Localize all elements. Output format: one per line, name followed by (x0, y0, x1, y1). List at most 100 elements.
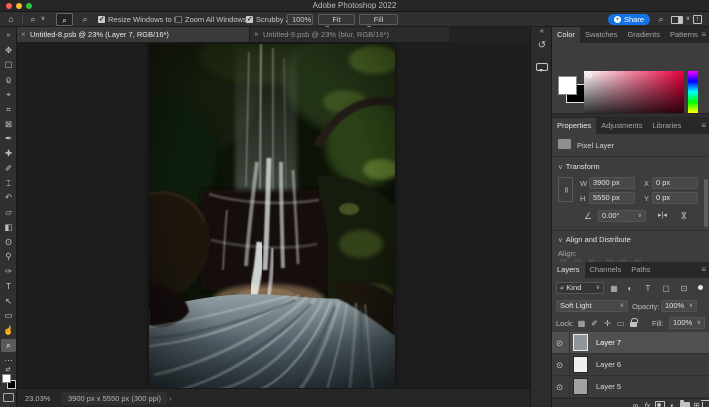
flip-horizontal-icon[interactable]: ▸|◂ (658, 211, 667, 219)
filtering-toggle-icon[interactable] (698, 285, 703, 290)
export-icon[interactable]: ↑ (693, 15, 702, 24)
filter-type-layers-icon[interactable]: T (642, 282, 654, 295)
layer-visibility-icon[interactable]: ⊙ (556, 332, 563, 354)
tab-libraries[interactable]: Libraries (647, 118, 686, 134)
width-field[interactable]: 3900 px (589, 177, 635, 189)
workspace-chevron-icon[interactable]: ∨ (684, 12, 692, 27)
lasso-tool[interactable]: ϱ (0, 73, 17, 86)
eraser-tool[interactable]: ▱ (0, 206, 17, 219)
x-field[interactable]: 0 px (652, 177, 698, 189)
pen-tool[interactable]: ✑ (0, 265, 17, 278)
filter-adjustment-layers-icon[interactable]: ◐ (624, 282, 636, 295)
panel-menu-icon[interactable]: ≡ (701, 27, 706, 43)
rectangular-marquee-tool[interactable]: ☐ (0, 59, 17, 72)
zoom-tool-icon[interactable]: ⌕ (27, 12, 39, 27)
status-chevron-icon[interactable]: › (169, 389, 172, 407)
close-tab-icon[interactable]: × (21, 27, 26, 42)
blur-tool[interactable]: ʘ (0, 236, 17, 249)
document-area[interactable] (17, 42, 530, 388)
chevron-down-icon[interactable]: ∨ (638, 211, 642, 221)
transform-section-header[interactable]: ∨Transform (558, 162, 600, 171)
search-icon[interactable]: ⌕ (655, 12, 667, 27)
layer-thumbnail[interactable] (573, 378, 588, 395)
zoom-all-windows-checkbox[interactable]: Zoom All Windows (175, 12, 247, 27)
crop-tool[interactable]: ⌗ (0, 103, 17, 116)
add-layer-mask-icon[interactable] (655, 401, 665, 407)
layer-thumbnail[interactable] (573, 356, 588, 373)
blend-mode-dropdown[interactable]: Soft Light∨ (556, 300, 628, 312)
foreground-color-swatch[interactable] (558, 76, 577, 95)
tab-swatches[interactable]: Swatches (580, 27, 623, 43)
object-selection-tool[interactable]: ⌖ (0, 88, 17, 101)
document-info[interactable]: 3900 px x 5550 px (300 ppi) (62, 392, 167, 405)
new-adjustment-layer-icon[interactable]: ◐ (667, 399, 678, 407)
comments-panel-icon[interactable] (536, 63, 548, 71)
y-field[interactable]: 0 px (652, 192, 698, 204)
layer-name[interactable]: Layer 6 (596, 354, 621, 376)
layer-row-7[interactable]: ⊙ Layer 7 (552, 332, 709, 354)
panel-menu-icon[interactable]: ≡ (701, 262, 706, 278)
history-brush-tool[interactable]: ↶ (0, 191, 17, 204)
lock-transparency-icon[interactable]: ▦ (576, 317, 587, 330)
fill-screen-button[interactable]: Fill Screen (359, 14, 398, 25)
link-dimensions-icon[interactable]: ∞ (558, 177, 573, 202)
layer-thumbnail[interactable] (573, 334, 588, 351)
fill-field[interactable]: 100%∨ (669, 317, 705, 329)
foreground-color-swatch[interactable] (2, 374, 11, 383)
tab-untitled-9[interactable]: × Untitled-9.psb @ 23% (blur, RGB/16*) (249, 27, 449, 42)
align-section-header[interactable]: ∨Align and Distribute (558, 235, 631, 244)
filter-smart-objects-icon[interactable]: ⊡ (678, 282, 690, 295)
eyedropper-tool[interactable]: ✒ (0, 132, 17, 145)
history-panel-icon[interactable]: ↺ (531, 40, 553, 51)
tab-untitled-8[interactable]: × Untitled-8.psb @ 23% (Layer 7, RGB/16*… (17, 27, 249, 42)
tab-patterns[interactable]: Patterns (665, 27, 703, 43)
layer-visibility-icon[interactable]: ⊙ (556, 376, 563, 398)
flip-vertical-icon[interactable]: ⋈ (680, 211, 688, 220)
tab-layers[interactable]: Layers (552, 262, 585, 278)
tab-color[interactable]: Color (552, 27, 580, 43)
panel-scrollbar[interactable] (704, 179, 708, 227)
lock-position-icon[interactable]: ✛ (602, 317, 613, 330)
spot-healing-brush-tool[interactable]: ✚ (0, 147, 17, 160)
layer-row-6[interactable]: ⊙ Layer 6 (552, 354, 709, 376)
filter-shape-layers-icon[interactable]: ▢ (660, 282, 672, 295)
tab-adjustments[interactable]: Adjustments (596, 118, 647, 134)
filter-pixel-layers-icon[interactable]: ▦ (608, 282, 620, 295)
frame-tool[interactable]: ⊠ (0, 118, 17, 131)
hand-tool[interactable]: ☝ (0, 324, 17, 337)
brush-tool[interactable]: ✐ (0, 162, 17, 175)
tab-channels[interactable]: Channels (585, 262, 627, 278)
rotation-field[interactable]: 0.00°∨ (598, 210, 646, 222)
workspace-icon[interactable] (671, 16, 683, 24)
lock-artboard-icon[interactable]: ▭ (615, 317, 626, 330)
tab-gradients[interactable]: Gradients (622, 27, 665, 43)
share-button[interactable]: + Share (608, 14, 650, 25)
home-icon[interactable]: ⌂ (5, 12, 17, 27)
new-group-icon[interactable] (680, 402, 690, 407)
path-selection-tool[interactable]: ↖ (0, 295, 17, 308)
delete-layer-icon[interactable] (702, 402, 709, 407)
zoom-tool[interactable]: ⌕ (1, 339, 16, 352)
dodge-tool[interactable]: ⚲ (0, 250, 17, 263)
zoom-out-button[interactable]: ⌕ (77, 12, 93, 27)
layer-effects-icon[interactable]: fx (642, 399, 653, 407)
layer-filter-kind-dropdown[interactable]: ⌕ Kind∨ (556, 282, 604, 294)
fit-screen-button[interactable]: Fit Screen (318, 14, 355, 25)
link-layers-icon[interactable]: ∞ (630, 399, 641, 407)
opacity-field[interactable]: 100%∨ (661, 300, 697, 312)
layer-row-5[interactable]: ⊙ Layer 5 (552, 376, 709, 398)
collapse-dock-icon[interactable]: « (531, 28, 553, 35)
panel-menu-icon[interactable]: ≡ (701, 118, 706, 134)
type-tool[interactable]: T (0, 280, 17, 293)
layer-name[interactable]: Layer 7 (596, 332, 621, 354)
screen-mode-icon[interactable] (3, 393, 14, 402)
zoom-in-button[interactable]: ⌕ (56, 13, 73, 26)
layer-name[interactable]: Layer 5 (596, 376, 621, 398)
tab-paths[interactable]: Paths (626, 262, 655, 278)
lock-all-icon[interactable] (630, 322, 637, 327)
close-tab-icon[interactable]: × (254, 27, 259, 42)
layer-visibility-icon[interactable]: ⊙ (556, 354, 563, 376)
resize-windows-to-fit-checkbox[interactable]: ✓ Resize Windows to Fit (98, 12, 182, 27)
toolbar-expand-icon[interactable]: » (0, 29, 17, 42)
move-tool[interactable]: ✥ (0, 44, 17, 57)
